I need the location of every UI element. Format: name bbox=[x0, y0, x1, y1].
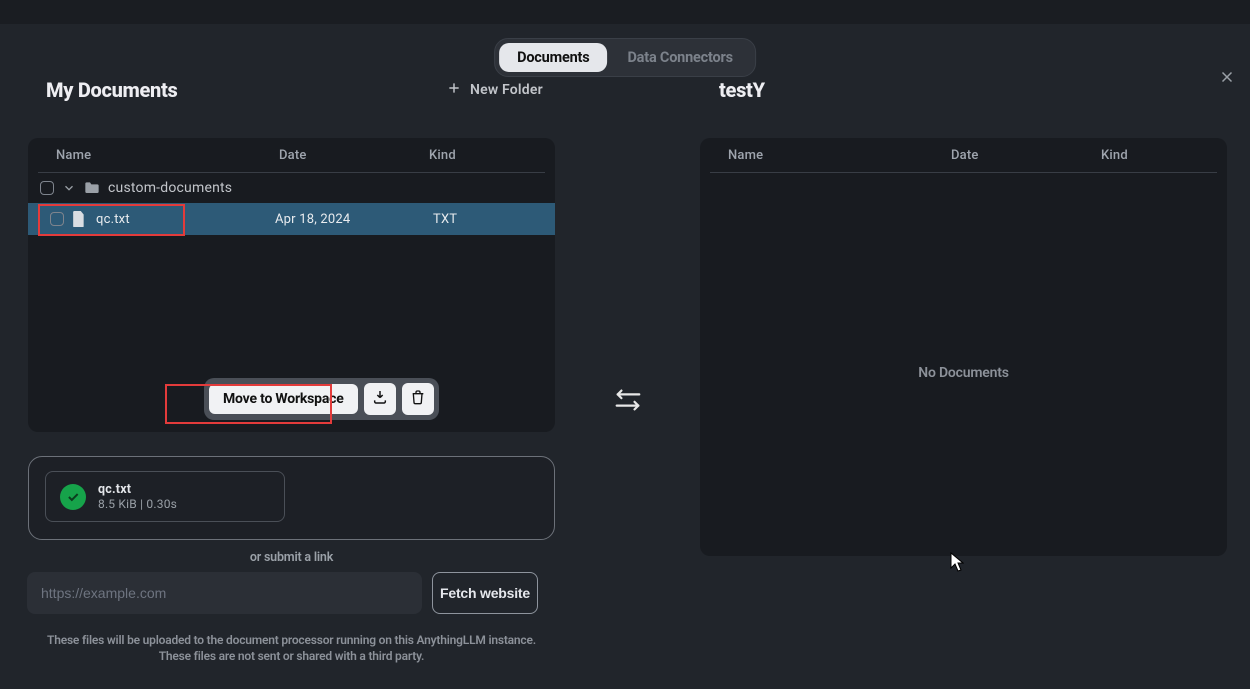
upload-card[interactable]: qc.txt 8.5 KiB | 0.30s bbox=[28, 456, 555, 540]
plus-icon bbox=[446, 80, 462, 100]
divider bbox=[710, 172, 1217, 173]
new-folder-label: New Folder bbox=[470, 82, 543, 98]
uploaded-file-name: qc.txt bbox=[98, 482, 177, 497]
workspace-panel: Name Date Kind No Documents bbox=[700, 138, 1227, 556]
file-actions-bar: Move to Workspace bbox=[204, 378, 439, 420]
uploaded-file-chip: qc.txt 8.5 KiB | 0.30s bbox=[45, 471, 285, 522]
upload-success-icon bbox=[60, 484, 86, 510]
close-button[interactable] bbox=[1218, 68, 1236, 86]
folder-checkbox[interactable] bbox=[40, 181, 54, 195]
fetch-website-button[interactable]: Fetch website bbox=[432, 572, 538, 614]
delete-button[interactable] bbox=[402, 383, 434, 415]
document-icon bbox=[72, 211, 86, 227]
right-col-kind: Kind bbox=[1101, 148, 1211, 163]
right-col-date: Date bbox=[951, 148, 1101, 163]
topbar-spacer bbox=[0, 0, 1250, 24]
tab-data-connectors[interactable]: Data Connectors bbox=[609, 43, 750, 72]
download-icon bbox=[372, 389, 388, 409]
new-folder-button[interactable]: New Folder bbox=[446, 80, 543, 100]
my-documents-panel: Name Date Kind custom-documents qc.txt A… bbox=[28, 138, 555, 432]
disclaimer-line1: These files will be uploaded to the docu… bbox=[47, 633, 536, 647]
url-input[interactable] bbox=[27, 572, 422, 614]
folder-name: custom-documents bbox=[108, 180, 232, 196]
right-table-header: Name Date Kind bbox=[700, 138, 1227, 172]
folder-row[interactable]: custom-documents bbox=[28, 173, 555, 203]
file-kind: TXT bbox=[433, 212, 543, 227]
file-date: Apr 18, 2024 bbox=[275, 212, 425, 227]
trash-icon bbox=[410, 389, 426, 409]
chevron-down-icon[interactable] bbox=[62, 181, 76, 195]
disclaimer-line2: These files are not sent or shared with … bbox=[159, 649, 425, 663]
file-row[interactable]: qc.txt Apr 18, 2024 TXT bbox=[28, 203, 555, 235]
disclaimer: These files will be uploaded to the docu… bbox=[28, 632, 555, 664]
no-documents-label: No Documents bbox=[700, 365, 1227, 381]
transfer-arrows-icon[interactable] bbox=[613, 386, 643, 418]
tabs-pill: Documents Data Connectors bbox=[494, 38, 756, 77]
move-to-workspace-button[interactable]: Move to Workspace bbox=[209, 384, 358, 414]
url-row: Fetch website bbox=[27, 572, 538, 614]
right-col-name: Name bbox=[728, 148, 951, 163]
workspace-title: testY bbox=[719, 78, 765, 102]
my-documents-title: My Documents bbox=[46, 78, 177, 102]
left-col-kind: Kind bbox=[429, 148, 539, 163]
left-col-date: Date bbox=[279, 148, 429, 163]
file-checkbox[interactable] bbox=[50, 212, 64, 226]
left-table-header: Name Date Kind bbox=[28, 138, 555, 172]
uploaded-file-meta: 8.5 KiB | 0.30s bbox=[98, 497, 177, 511]
tab-documents[interactable]: Documents bbox=[499, 43, 607, 72]
file-name: qc.txt bbox=[94, 212, 267, 227]
download-button[interactable] bbox=[364, 383, 396, 415]
or-submit-link-label: or submit a link bbox=[28, 550, 555, 565]
folder-icon bbox=[84, 181, 100, 195]
modal-surface: Documents Data Connectors My Documents N… bbox=[0, 24, 1250, 689]
left-col-name: Name bbox=[56, 148, 279, 163]
